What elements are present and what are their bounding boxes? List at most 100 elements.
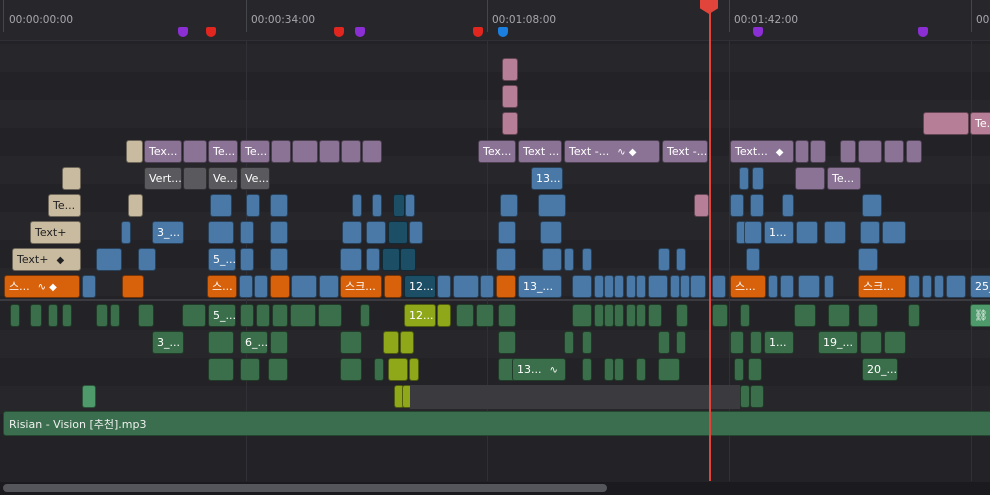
- clip[interactable]: [352, 194, 362, 217]
- clip[interactable]: [680, 275, 690, 298]
- clip[interactable]: [860, 331, 882, 354]
- clip[interactable]: [750, 194, 764, 217]
- marker[interactable]: [206, 27, 216, 37]
- playhead-line[interactable]: [709, 6, 711, 481]
- clip[interactable]: [740, 304, 750, 327]
- clip[interactable]: [648, 275, 668, 298]
- clip[interactable]: Te...: [240, 140, 270, 163]
- audio-clip[interactable]: Risian - Vision [추천].mp3: [3, 411, 990, 436]
- clip[interactable]: [824, 221, 846, 244]
- clip[interactable]: [636, 304, 646, 327]
- clip[interactable]: [128, 194, 143, 217]
- clip[interactable]: [240, 248, 254, 271]
- marker[interactable]: [918, 27, 928, 37]
- clip[interactable]: [270, 275, 290, 298]
- clip[interactable]: Te...: [208, 140, 238, 163]
- clip[interactable]: [614, 358, 624, 381]
- clip[interactable]: [138, 304, 154, 327]
- clip[interactable]: [604, 304, 614, 327]
- clip[interactable]: [862, 194, 882, 217]
- clip[interactable]: 스...: [730, 275, 766, 298]
- clip[interactable]: [271, 140, 291, 163]
- clip[interactable]: Tex...: [478, 140, 516, 163]
- clip[interactable]: [290, 304, 316, 327]
- clip[interactable]: [658, 331, 670, 354]
- clip[interactable]: Ve...: [240, 167, 270, 190]
- clip[interactable]: [82, 275, 96, 298]
- clip[interactable]: Text -...: [662, 140, 708, 163]
- clip[interactable]: [922, 275, 932, 298]
- clip[interactable]: 20_...: [862, 358, 898, 381]
- clip[interactable]: Te...: [48, 194, 81, 217]
- clip[interactable]: [572, 275, 592, 298]
- clip[interactable]: [594, 275, 604, 298]
- clip[interactable]: [480, 275, 494, 298]
- clip[interactable]: [270, 331, 288, 354]
- clip[interactable]: [884, 140, 904, 163]
- clip[interactable]: [694, 194, 709, 217]
- clip[interactable]: [10, 304, 20, 327]
- clip[interactable]: [824, 275, 834, 298]
- clip[interactable]: [319, 275, 339, 298]
- clip[interactable]: [256, 304, 270, 327]
- clip[interactable]: [254, 275, 268, 298]
- clip[interactable]: [270, 248, 288, 271]
- clip[interactable]: [923, 112, 969, 135]
- clip[interactable]: [208, 358, 234, 381]
- clip[interactable]: [437, 304, 451, 327]
- clip[interactable]: [122, 275, 144, 298]
- clip[interactable]: [239, 275, 253, 298]
- clip[interactable]: [437, 275, 451, 298]
- clip[interactable]: [730, 194, 744, 217]
- clip[interactable]: [780, 275, 794, 298]
- clip[interactable]: [291, 275, 317, 298]
- clip[interactable]: 25_: [970, 275, 990, 298]
- clip[interactable]: [498, 221, 516, 244]
- marker[interactable]: [473, 27, 483, 37]
- clip[interactable]: [400, 331, 414, 354]
- clip[interactable]: [476, 304, 494, 327]
- clip[interactable]: [908, 304, 920, 327]
- clip[interactable]: 스...: [207, 275, 237, 298]
- clip[interactable]: Te...: [970, 112, 990, 135]
- clip[interactable]: [882, 221, 906, 244]
- clip[interactable]: [795, 140, 809, 163]
- clip[interactable]: Vert...: [144, 167, 182, 190]
- clip[interactable]: [746, 248, 760, 271]
- clip[interactable]: [240, 358, 260, 381]
- clip[interactable]: [498, 331, 516, 354]
- clip[interactable]: [658, 358, 680, 381]
- clip[interactable]: [138, 248, 156, 271]
- clip[interactable]: [906, 140, 922, 163]
- scrollbar-thumb[interactable]: [3, 484, 607, 492]
- clip[interactable]: Text -... ∿ ◆: [564, 140, 660, 163]
- clip[interactable]: [538, 194, 566, 217]
- clip[interactable]: [582, 358, 592, 381]
- clip[interactable]: 3_...: [152, 331, 184, 354]
- marker[interactable]: [334, 27, 344, 37]
- clip[interactable]: [908, 275, 920, 298]
- clip[interactable]: [748, 358, 762, 381]
- clip[interactable]: Tex...: [144, 140, 182, 163]
- clip[interactable]: 6_...: [240, 331, 268, 354]
- clip[interactable]: [362, 140, 382, 163]
- clip[interactable]: [604, 358, 614, 381]
- clip[interactable]: [374, 358, 384, 381]
- clip[interactable]: [500, 194, 518, 217]
- clip[interactable]: [341, 140, 361, 163]
- clip[interactable]: Text ...: [518, 140, 562, 163]
- clip[interactable]: 5_...: [208, 304, 236, 327]
- clip[interactable]: [658, 248, 670, 271]
- clip[interactable]: [496, 275, 516, 298]
- clip[interactable]: [496, 248, 516, 271]
- clip[interactable]: 12...: [404, 304, 436, 327]
- clip[interactable]: [676, 304, 688, 327]
- clip[interactable]: [752, 167, 764, 190]
- marker[interactable]: [178, 27, 188, 37]
- clip[interactable]: [730, 331, 744, 354]
- clip[interactable]: [542, 248, 562, 271]
- clip[interactable]: [183, 167, 207, 190]
- clip[interactable]: [768, 275, 778, 298]
- clip[interactable]: [614, 304, 624, 327]
- clip[interactable]: [340, 248, 362, 271]
